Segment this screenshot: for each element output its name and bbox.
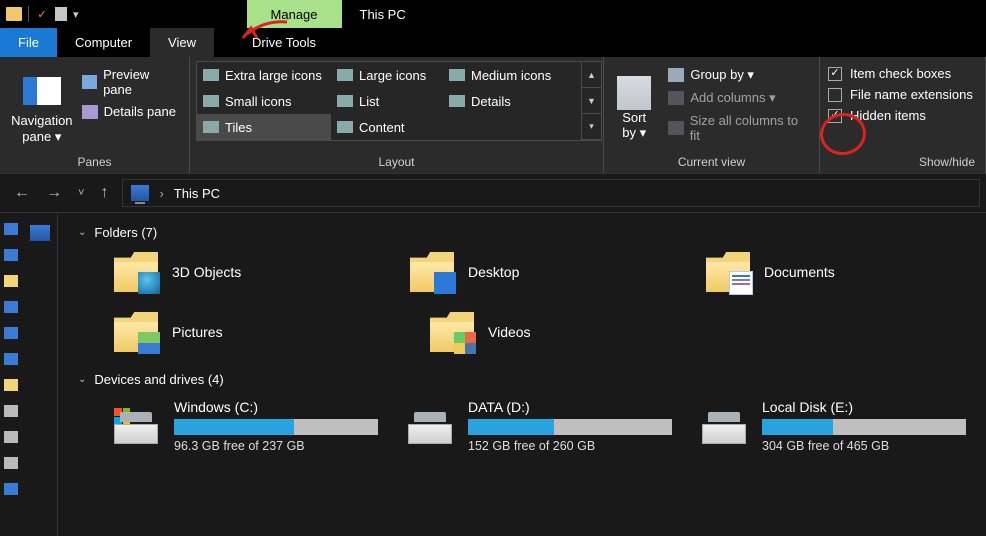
checkbox-icon [828, 67, 842, 81]
layout-gallery[interactable]: Extra large iconsLarge iconsMedium icons… [196, 61, 602, 141]
tree-item-icon[interactable] [4, 301, 18, 313]
qat-customize-icon[interactable]: ▾ [73, 8, 79, 21]
tree-item-icon[interactable] [4, 483, 18, 495]
layout-list[interactable]: List [331, 88, 443, 114]
folder-icon [114, 252, 158, 292]
group-layout-label: Layout [190, 155, 603, 173]
checkbox-icon [828, 109, 842, 123]
qat-folder-icon[interactable] [6, 7, 22, 21]
layout-icon [337, 69, 353, 81]
tree-item-icon[interactable] [4, 379, 18, 391]
layout-icon [449, 69, 465, 81]
tree-item-icon[interactable] [4, 405, 18, 417]
capacity-bar [762, 419, 966, 435]
folder-icon [410, 252, 454, 292]
tab-drive-tools[interactable]: Drive Tools [238, 28, 330, 57]
drive-windows-c-[interactable]: Windows (C:)96.3 GB free of 237 GB [114, 399, 378, 453]
qat-properties-icon[interactable]: ✓ [35, 7, 49, 21]
layout-large-icons[interactable]: Large icons [331, 62, 443, 88]
window-title: This PC [342, 0, 424, 28]
folder-3d-objects[interactable]: 3D Objects [114, 252, 374, 292]
group-currentview-label: Current view [604, 155, 819, 173]
layout-icon [203, 69, 219, 81]
size-columns-button[interactable]: Size all columns to fit [664, 111, 811, 145]
layout-small-icons[interactable]: Small icons [197, 88, 331, 114]
folder-pictures[interactable]: Pictures [114, 312, 394, 352]
layout-details[interactable]: Details [443, 88, 581, 114]
layout-icon [203, 95, 219, 107]
details-pane-button[interactable]: Details pane [78, 102, 183, 121]
tab-file[interactable]: File [0, 28, 57, 57]
navigation-pane-button[interactable]: Navigation pane ▾ [6, 61, 78, 155]
folder-videos[interactable]: Videos [430, 312, 710, 352]
tab-view[interactable]: View [150, 28, 214, 57]
tree-item-icon[interactable] [4, 327, 18, 339]
back-button[interactable]: ← [14, 184, 30, 202]
folders-section-header[interactable]: ⌄ Folders (7) [78, 225, 966, 240]
details-pane-icon [82, 105, 98, 119]
file-name-extensions-toggle[interactable]: File name extensions [826, 84, 979, 105]
add-columns-icon [668, 91, 684, 105]
tree-item-icon[interactable] [4, 431, 18, 443]
nav-tree[interactable] [0, 213, 58, 536]
tree-item-icon[interactable] [4, 353, 18, 365]
sort-by-button[interactable]: Sort by ▾ [612, 61, 656, 155]
folder-icon [430, 312, 474, 352]
capacity-bar [468, 419, 672, 435]
drive-icon [702, 408, 746, 444]
qat-newfolder-icon[interactable] [55, 7, 67, 21]
layout-icon [337, 95, 353, 107]
checkbox-icon [828, 88, 842, 102]
chevron-down-icon: ⌄ [78, 227, 86, 238]
tree-item-icon[interactable] [4, 275, 18, 287]
navigation-pane-icon [19, 71, 65, 111]
preview-pane-icon [82, 75, 97, 89]
layout-icon [449, 95, 465, 107]
preview-pane-button[interactable]: Preview pane [78, 65, 183, 99]
drive-data-d-[interactable]: DATA (D:)152 GB free of 260 GB [408, 399, 672, 453]
layout-content[interactable]: Content [331, 114, 443, 140]
up-button[interactable]: ↑ [100, 184, 108, 202]
add-columns-button[interactable]: Add columns ▾ [664, 88, 811, 108]
folder-documents[interactable]: Documents [706, 252, 966, 292]
group-panes-label: Panes [0, 155, 189, 173]
pc-icon [131, 185, 149, 201]
drive-icon [114, 408, 158, 444]
layout-icon [203, 121, 219, 133]
sort-icon [617, 76, 651, 110]
drive-local-disk-e-[interactable]: Local Disk (E:)304 GB free of 465 GB [702, 399, 966, 453]
size-columns-icon [668, 121, 683, 135]
layout-icon [337, 121, 353, 133]
group-by-icon [668, 68, 684, 82]
layout-extra-large-icons[interactable]: Extra large icons [197, 62, 331, 88]
layout-medium-icons[interactable]: Medium icons [443, 62, 581, 88]
address-bar[interactable]: › This PC [122, 179, 980, 207]
group-by-button[interactable]: Group by ▾ [664, 65, 811, 85]
chevron-right-icon: › [159, 186, 163, 201]
item-check-boxes-toggle[interactable]: Item check boxes [826, 63, 979, 84]
layout-tiles[interactable]: Tiles [197, 114, 331, 140]
drive-icon [408, 408, 452, 444]
hidden-items-toggle[interactable]: Hidden items [826, 105, 979, 126]
capacity-bar [174, 419, 378, 435]
gallery-scroll[interactable]: ▲▼▾ [581, 62, 601, 140]
folder-icon [706, 252, 750, 292]
recent-locations-button[interactable]: ˅ [78, 187, 84, 199]
chevron-down-icon: ⌄ [78, 374, 86, 385]
breadcrumb-this-pc[interactable]: This PC [174, 186, 220, 201]
folder-icon [114, 312, 158, 352]
drives-section-header[interactable]: ⌄ Devices and drives (4) [78, 372, 966, 387]
group-showhide-label: Show/hide [820, 155, 985, 173]
folder-desktop[interactable]: Desktop [410, 252, 670, 292]
forward-button[interactable]: → [46, 184, 62, 202]
tab-computer[interactable]: Computer [57, 28, 150, 57]
contextual-manage-tab[interactable]: Manage [247, 0, 342, 28]
tree-item-icon[interactable] [4, 457, 18, 469]
tree-item-icon[interactable] [4, 249, 18, 261]
pc-icon[interactable] [30, 225, 50, 241]
tree-item-icon[interactable] [4, 223, 18, 235]
